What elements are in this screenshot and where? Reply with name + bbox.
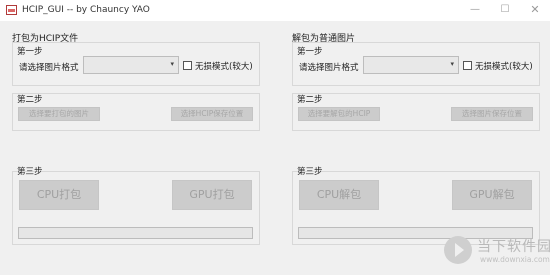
unpack-format-select[interactable]: ▾: [363, 56, 459, 74]
gpu-pack-button[interactable]: GPU打包: [172, 180, 252, 210]
pack-lossless-label: 无损模式(较大): [195, 62, 253, 72]
select-image-save-location-button[interactable]: 选择图片保存位置: [451, 107, 533, 121]
play-logo-icon: [444, 236, 472, 264]
pack-format-select[interactable]: ▾: [83, 56, 179, 74]
pack-progress-bar: [18, 227, 253, 239]
maximize-icon[interactable]: ☐: [490, 0, 520, 21]
title-bar: HCIP_GUI -- by Chauncy YAO — ☐ ✕: [0, 0, 550, 21]
app-icon: [6, 5, 17, 15]
pack-step3-label: 第三步: [17, 167, 43, 177]
unpack-lossless-label: 无损模式(较大): [475, 62, 533, 72]
pack-lossless-checkbox[interactable]: [183, 61, 192, 70]
unpack-step2-label: 第二步: [297, 95, 323, 105]
unpack-format-label: 请选择图片格式: [299, 63, 359, 73]
watermark-name: 当下软件园: [477, 239, 550, 255]
gpu-unpack-button[interactable]: GPU解包: [452, 180, 532, 210]
cpu-unpack-button[interactable]: CPU解包: [299, 180, 379, 210]
unpack-step1-label: 第一步: [297, 47, 323, 57]
pack-step2-label: 第二步: [17, 95, 43, 105]
pack-step1-label: 第一步: [17, 47, 43, 57]
pack-format-label: 请选择图片格式: [19, 63, 79, 73]
select-images-button[interactable]: 选择要打包的图片: [18, 107, 100, 121]
watermark: 当下软件园 www.downxia.com: [444, 233, 550, 273]
close-icon[interactable]: ✕: [520, 0, 550, 21]
unpack-lossless-checkbox[interactable]: [463, 61, 472, 70]
chevron-down-icon: ▾: [450, 60, 454, 68]
select-hcip-source-button[interactable]: 选择要解包的HCIP: [298, 107, 380, 121]
minimize-icon[interactable]: —: [460, 0, 490, 21]
chevron-down-icon: ▾: [170, 60, 174, 68]
unpack-step3-label: 第三步: [297, 167, 323, 177]
window-title: HCIP_GUI -- by Chauncy YAO: [22, 5, 150, 15]
select-hcip-save-location-button[interactable]: 选择HCIP保存位置: [171, 107, 253, 121]
cpu-pack-button[interactable]: CPU打包: [19, 180, 99, 210]
watermark-url: www.downxia.com: [480, 255, 550, 264]
